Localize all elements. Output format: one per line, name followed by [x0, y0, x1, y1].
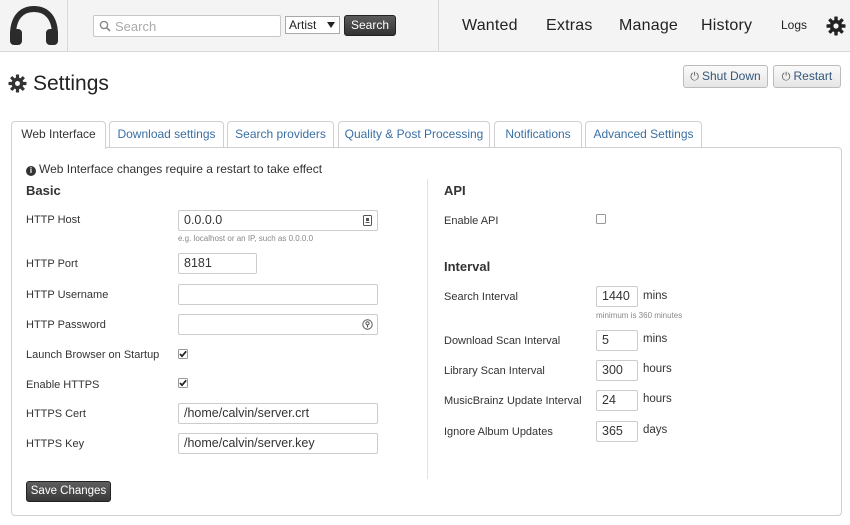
power-icon: ⏻	[690, 71, 699, 83]
nav-manage[interactable]: Manage	[619, 17, 678, 35]
launch-browser-checkbox[interactable]	[178, 349, 188, 359]
shutdown-button[interactable]: ⏻ Shut Down	[683, 65, 768, 88]
search-type-select[interactable]: Artist	[285, 16, 340, 34]
http-password-label: HTTP Password	[26, 319, 106, 331]
download-scan-label: Download Scan Interval	[444, 335, 561, 347]
tab-web-interface[interactable]: Web Interface	[11, 121, 106, 149]
search-button[interactable]: Search	[344, 15, 396, 36]
key-icon[interactable]	[362, 319, 373, 330]
column-divider	[427, 179, 428, 479]
gear-icon[interactable]	[826, 16, 846, 36]
enable-api-label: Enable API	[444, 215, 499, 227]
basic-heading: Basic	[26, 183, 61, 198]
https-key-input[interactable]: /home/calvin/server.key	[178, 433, 378, 454]
download-scan-unit: mins	[643, 333, 668, 345]
search-interval-input[interactable]: 1440	[596, 286, 638, 307]
page-title: Settings	[33, 72, 109, 95]
http-port-label: HTTP Port	[26, 258, 78, 270]
ignore-album-updates-label: Ignore Album Updates	[444, 426, 553, 438]
shutdown-label: Shut Down	[702, 69, 761, 83]
https-cert-input[interactable]: /home/calvin/server.crt	[178, 403, 378, 424]
http-host-value: 0.0.0.0	[184, 213, 223, 227]
interval-heading: Interval	[444, 259, 491, 274]
https-cert-label: HTTPS Cert	[26, 408, 86, 420]
tab-advanced-settings[interactable]: Advanced Settings	[585, 121, 702, 148]
http-password-input[interactable]	[178, 314, 378, 335]
http-username-label: HTTP Username	[26, 289, 109, 301]
chevron-down-icon	[327, 22, 335, 28]
restart-label: Restart	[793, 69, 833, 83]
http-host-label: HTTP Host	[26, 214, 81, 226]
search-interval-hint: minimum is 360 minutes	[596, 311, 683, 320]
save-changes-button[interactable]: Save Changes	[26, 481, 111, 502]
tab-search-providers[interactable]: Search providers	[227, 121, 334, 148]
info-icon: i	[26, 166, 36, 176]
tab-notifications[interactable]: Notifications	[494, 121, 582, 148]
musicbrainz-update-unit: hours	[643, 393, 672, 405]
nav-logs[interactable]: Logs	[781, 18, 807, 32]
http-username-input[interactable]	[178, 284, 378, 305]
address-book-icon	[363, 215, 372, 226]
musicbrainz-update-label: MusicBrainz Update Interval	[444, 395, 582, 407]
http-host-hint: e.g. localhost or an IP, such as 0.0.0.0	[178, 234, 314, 243]
https-key-label: HTTPS Key	[26, 438, 85, 450]
http-host-input[interactable]: 0.0.0.0	[178, 210, 378, 231]
api-heading: API	[444, 183, 466, 198]
nav-divider	[438, 0, 439, 52]
logo-link[interactable]	[0, 0, 68, 52]
restart-notice: i Web Interface changes require a restart…	[26, 162, 322, 176]
search-type-value: Artist	[289, 18, 317, 32]
headphones-logo-icon	[10, 5, 58, 45]
download-scan-input[interactable]: 5	[596, 330, 638, 351]
search-input[interactable]	[115, 17, 275, 35]
enable-https-label: Enable HTTPS	[26, 379, 100, 391]
http-port-input[interactable]: 8181	[178, 253, 257, 274]
search-icon	[99, 20, 111, 32]
enable-https-checkbox[interactable]	[178, 378, 188, 388]
launch-browser-label: Launch Browser on Startup	[26, 349, 160, 361]
search-interval-unit: mins	[643, 290, 668, 302]
musicbrainz-update-input[interactable]: 24	[596, 390, 638, 411]
enable-api-checkbox[interactable]	[596, 214, 606, 224]
nav-wanted[interactable]: Wanted	[462, 17, 518, 35]
power-icon: ⏻	[781, 71, 791, 83]
ignore-album-updates-unit: days	[643, 424, 668, 436]
library-scan-input[interactable]: 300	[596, 360, 638, 381]
tab-download-settings[interactable]: Download settings	[109, 121, 224, 148]
search-box	[93, 15, 281, 37]
ignore-album-updates-input[interactable]: 365	[596, 421, 638, 442]
restart-button[interactable]: ⏻ Restart	[773, 65, 841, 88]
tab-quality-post-processing[interactable]: Quality & Post Processing	[338, 121, 490, 148]
restart-notice-text: Web Interface changes require a restart …	[39, 162, 323, 176]
top-header: Artist Search Wanted Extras Manage Histo…	[0, 0, 850, 52]
library-scan-unit: hours	[643, 363, 672, 375]
settings-gear-icon	[8, 74, 27, 93]
library-scan-label: Library Scan Interval	[444, 365, 545, 377]
nav-history[interactable]: History	[701, 17, 752, 35]
search-interval-label: Search Interval	[444, 291, 518, 303]
nav-extras[interactable]: Extras	[546, 17, 593, 35]
